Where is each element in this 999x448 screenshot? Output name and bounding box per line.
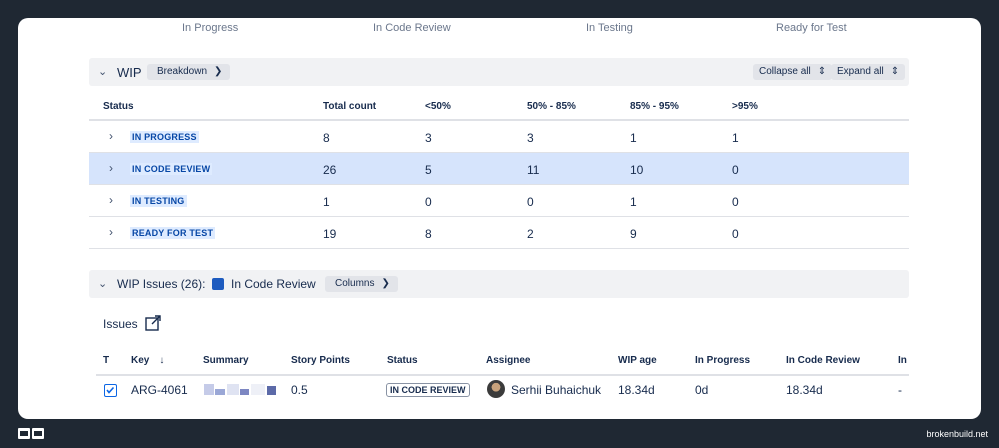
summary-header-status: Status xyxy=(103,101,134,112)
summary-redacted xyxy=(204,384,214,395)
chevron-down-icon[interactable]: ⌄ xyxy=(98,277,107,290)
chevron-right-icon: ❯ xyxy=(381,278,390,289)
summary-redacted xyxy=(215,389,225,395)
gt95-count: 0 xyxy=(732,195,739,209)
board-column-headers: In Progress In Code Review In Testing Re… xyxy=(18,22,981,42)
summary-header-lt50: <50% xyxy=(425,101,451,112)
issues-header-key[interactable]: Key ↓ xyxy=(131,355,164,366)
breakdown-label: Breakdown xyxy=(157,66,208,77)
column-header-in-testing: In Testing xyxy=(586,22,633,34)
key-header-label: Key xyxy=(131,355,150,366)
status-lozenge: IN PROGRESS xyxy=(130,131,199,143)
summary-row-in-testing[interactable]: › IN TESTING 1 0 0 1 0 xyxy=(89,185,909,217)
status-lozenge: IN TESTING xyxy=(130,195,187,207)
chevron-right-icon[interactable]: › xyxy=(109,161,113,175)
footer-brand: brokenbuild.net xyxy=(926,429,988,439)
issues-header-story-points: Story Points xyxy=(291,355,350,366)
lt50-count: 5 xyxy=(425,163,432,177)
issues-header-divider xyxy=(96,374,909,376)
breakdown-button[interactable]: Breakdown ❯ xyxy=(147,64,231,80)
summary-header-50-85: 50% - 85% xyxy=(527,101,576,112)
collapse-icon: ⇕ xyxy=(817,66,827,77)
in-progress-value: 0d xyxy=(695,383,709,397)
chevron-right-icon[interactable]: › xyxy=(109,225,113,239)
issues-header-summary: Summary xyxy=(203,355,249,366)
chevron-right-icon: ❯ xyxy=(214,66,223,77)
total-count: 8 xyxy=(323,131,330,145)
summary-row-ready-for-test[interactable]: › READY FOR TEST 19 8 2 9 0 xyxy=(89,217,909,249)
gt95-count: 1 xyxy=(732,131,739,145)
total-count: 26 xyxy=(323,163,337,177)
summary-header-gt95: >95% xyxy=(732,101,758,112)
wip-panel-bar: ⌄ WIP Breakdown ❯ Collapse all ⇕ Expand al… xyxy=(89,58,909,86)
collapse-all-label: Collapse all xyxy=(759,66,811,77)
in-next-value: - xyxy=(898,383,902,397)
assignee-name: Serhii Buhaichuk xyxy=(511,383,602,397)
main-card: In Progress In Code Review In Testing Re… xyxy=(18,18,981,419)
wip-issues-title: WIP Issues (26): xyxy=(117,277,206,291)
p85-95-count: 1 xyxy=(630,131,637,145)
p50-85-count: 3 xyxy=(527,131,534,145)
summary-redacted xyxy=(267,386,276,395)
chevron-right-icon[interactable]: › xyxy=(109,129,113,143)
column-header-in-code-review: In Code Review xyxy=(373,22,451,34)
columns-label: Columns xyxy=(335,278,375,289)
in-code-review-value: 18.34d xyxy=(786,383,823,397)
issue-key-link[interactable]: ARG-4061 xyxy=(131,383,188,397)
summary-redacted xyxy=(240,389,249,395)
summary-row-in-progress[interactable]: › IN PROGRESS 8 3 3 1 1 xyxy=(89,121,909,153)
story-points-value: 0.5 xyxy=(291,383,308,397)
issues-header-assignee: Assignee xyxy=(486,355,531,366)
total-count: 19 xyxy=(323,227,337,241)
issues-header-status: Status xyxy=(387,355,418,366)
expand-icon: ⇕ xyxy=(890,66,900,77)
brokenbuild-logo-icon xyxy=(18,428,44,439)
wip-issues-panel-bar: ⌄ WIP Issues (26): In Code Review Column… xyxy=(89,270,909,298)
column-header-ready-for-test: Ready for Test xyxy=(776,22,847,34)
issue-type-checkbox-icon xyxy=(104,384,117,397)
status-lozenge: IN CODE REVIEW xyxy=(386,383,470,397)
summary-row-in-code-review[interactable]: › IN CODE REVIEW 26 5 11 10 0 xyxy=(89,153,909,185)
p85-95-count: 9 xyxy=(630,227,637,241)
wip-age-value: 18.34d xyxy=(618,383,655,397)
chevron-right-icon[interactable]: › xyxy=(109,193,113,207)
gt95-count: 0 xyxy=(732,227,739,241)
gt95-count: 0 xyxy=(732,163,739,177)
issues-header-in-code-review: In Code Review xyxy=(786,355,860,366)
issues-header-type: T xyxy=(103,355,110,366)
status-color-swatch xyxy=(212,278,224,290)
expand-all-button[interactable]: Expand all ⇕ xyxy=(831,64,906,80)
p50-85-count: 0 xyxy=(527,195,534,209)
lt50-count: 8 xyxy=(425,227,432,241)
lt50-count: 3 xyxy=(425,131,432,145)
sort-arrow-down-icon: ↓ xyxy=(159,355,165,366)
wip-panel-title: WIP xyxy=(117,65,142,80)
chevron-down-icon[interactable]: ⌄ xyxy=(98,65,107,78)
summary-header-total: Total count xyxy=(323,101,377,112)
columns-button[interactable]: Columns ❯ xyxy=(325,276,398,292)
column-header-in-progress: In Progress xyxy=(182,22,239,34)
p50-85-count: 11 xyxy=(527,163,540,177)
summary-redacted xyxy=(251,384,265,395)
avatar xyxy=(487,380,505,398)
expand-all-label: Expand all xyxy=(837,66,884,77)
p85-95-count: 1 xyxy=(630,195,637,209)
issues-header-wip-age: WIP age xyxy=(618,355,657,366)
lt50-count: 0 xyxy=(425,195,432,209)
status-lozenge: READY FOR TEST xyxy=(130,227,216,239)
summary-redacted xyxy=(227,384,239,395)
issues-header-in-next: In xyxy=(898,355,907,366)
status-lozenge: IN CODE REVIEW xyxy=(130,163,213,175)
external-link-icon[interactable] xyxy=(144,314,162,332)
summary-header-85-95: 85% - 95% xyxy=(630,101,679,112)
issues-heading: Issues xyxy=(103,317,138,331)
total-count: 1 xyxy=(323,195,330,209)
collapse-all-button[interactable]: Collapse all ⇕ xyxy=(753,64,833,80)
p50-85-count: 2 xyxy=(527,227,534,241)
wip-issues-status-name: In Code Review xyxy=(231,277,316,291)
p85-95-count: 10 xyxy=(630,163,644,177)
issues-header-in-progress: In Progress xyxy=(695,355,751,366)
